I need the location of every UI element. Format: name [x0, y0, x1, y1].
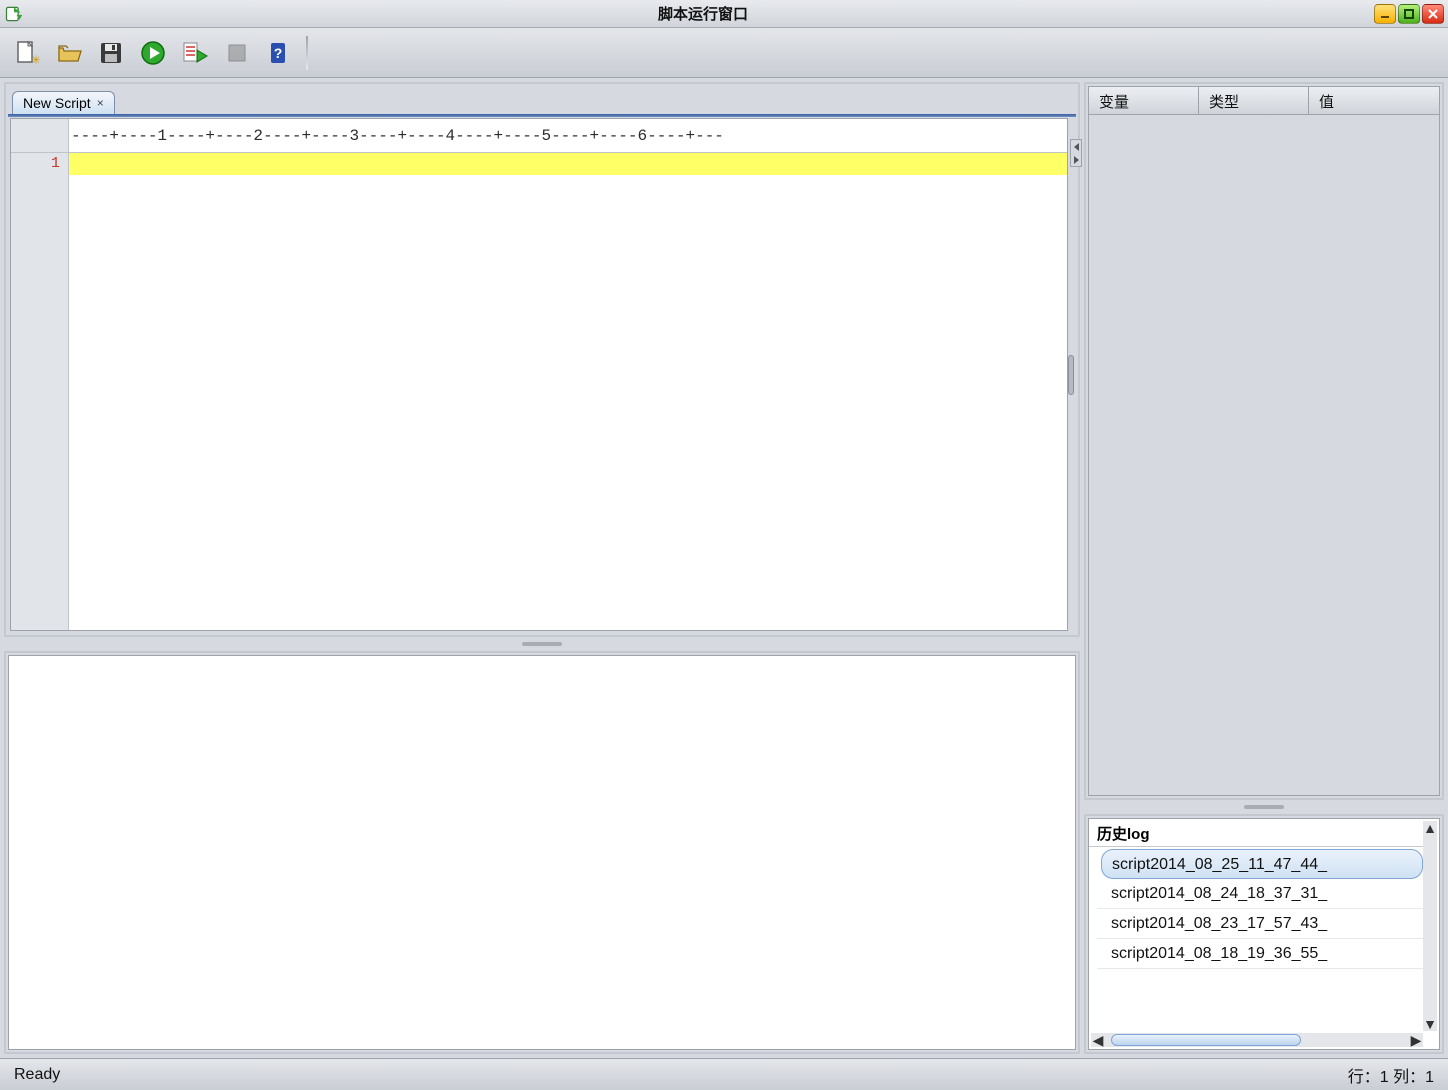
output-area[interactable]	[8, 655, 1076, 1050]
editor-panel: New Script × ----+----1----+----2----+--…	[4, 82, 1080, 637]
minimize-button[interactable]	[1374, 4, 1396, 24]
code-area[interactable]: 1	[11, 153, 1067, 630]
scroll-left-icon[interactable]: ◀	[1091, 1033, 1105, 1047]
variables-panel: 变量 类型 值	[1084, 82, 1444, 800]
close-button[interactable]	[1422, 4, 1444, 24]
tab-label: New Script	[23, 95, 91, 111]
tab-strip	[8, 114, 1076, 117]
save-button[interactable]	[94, 36, 128, 70]
status-right: 行：1 列：1	[1348, 1063, 1434, 1087]
main-area: New Script × ----+----1----+----2----+--…	[0, 78, 1448, 1058]
new-script-button[interactable]: ✳	[10, 36, 44, 70]
history-log-list[interactable]: script2014_08_25_11_47_44_script2014_08_…	[1097, 849, 1423, 1031]
editor-scrollbar[interactable]	[1068, 118, 1074, 631]
run-button[interactable]	[136, 36, 170, 70]
history-log-title: 历史log	[1089, 819, 1423, 847]
stop-button[interactable]	[220, 36, 254, 70]
history-log-item[interactable]: script2014_08_25_11_47_44_	[1101, 849, 1423, 879]
window-title: 脚本运行窗口	[32, 3, 1374, 24]
scroll-up-icon[interactable]: ▲	[1423, 821, 1437, 835]
variables-col-value[interactable]: 值	[1309, 87, 1439, 114]
history-log-item[interactable]: script2014_08_23_17_57_43_	[1097, 909, 1423, 939]
tabs-row: New Script ×	[12, 86, 115, 114]
statusbar: Ready 行：1 列：1	[0, 1058, 1448, 1090]
variables-header: 变量 类型 值	[1089, 87, 1439, 115]
code-editor[interactable]: ----+----1----+----2----+----3----+----4…	[10, 118, 1068, 631]
history-log-vscrollbar[interactable]: ▲ ▼	[1423, 821, 1437, 1031]
output-panel	[4, 651, 1080, 1054]
window-controls	[1374, 4, 1444, 24]
scroll-down-icon[interactable]: ▼	[1423, 1017, 1437, 1031]
variables-col-variable[interactable]: 变量	[1089, 87, 1199, 114]
vertical-split-handle[interactable]	[1070, 139, 1082, 167]
hscroll-thumb[interactable]	[1111, 1034, 1301, 1046]
status-left: Ready	[14, 1066, 60, 1084]
history-log-item[interactable]: script2014_08_18_19_36_55_	[1097, 939, 1423, 969]
right-column: 变量 类型 值 历史log script2014_08_25_11_47_44_…	[1084, 82, 1444, 1054]
svg-text:?: ?	[274, 45, 283, 61]
history-log-hscrollbar[interactable]: ◀ ▶	[1091, 1033, 1423, 1047]
code-text[interactable]	[69, 153, 1067, 630]
help-button[interactable]: ?	[262, 36, 296, 70]
horizontal-split-handle[interactable]	[4, 641, 1080, 647]
gutter-spacer	[11, 119, 69, 152]
scrollbar-thumb[interactable]	[1068, 355, 1074, 395]
history-log-panel: 历史log script2014_08_25_11_47_44_script20…	[1084, 814, 1444, 1054]
maximize-button[interactable]	[1398, 4, 1420, 24]
app-icon	[4, 4, 24, 24]
tab-close-icon[interactable]: ×	[97, 96, 104, 110]
tab-new-script[interactable]: New Script ×	[12, 91, 115, 114]
right-split-handle[interactable]	[1084, 804, 1444, 810]
variables-body[interactable]	[1089, 115, 1439, 795]
run-config-button[interactable]	[178, 36, 212, 70]
scroll-right-icon[interactable]: ▶	[1409, 1033, 1423, 1047]
open-button[interactable]	[52, 36, 86, 70]
left-column: New Script × ----+----1----+----2----+--…	[4, 82, 1080, 1054]
variables-col-type[interactable]: 类型	[1199, 87, 1309, 114]
line-number-gutter: 1	[11, 153, 69, 630]
svg-text:✳: ✳	[31, 53, 40, 66]
ruler: ----+----1----+----2----+----3----+----4…	[11, 119, 1067, 153]
toolbar-separator	[306, 36, 308, 70]
line-number: 1	[19, 153, 60, 175]
toolbar: ✳ ?	[0, 28, 1448, 78]
ruler-text: ----+----1----+----2----+----3----+----4…	[69, 119, 1067, 152]
titlebar: 脚本运行窗口	[0, 0, 1448, 28]
current-line-highlight	[69, 153, 1067, 175]
history-log-item[interactable]: script2014_08_24_18_37_31_	[1097, 879, 1423, 909]
